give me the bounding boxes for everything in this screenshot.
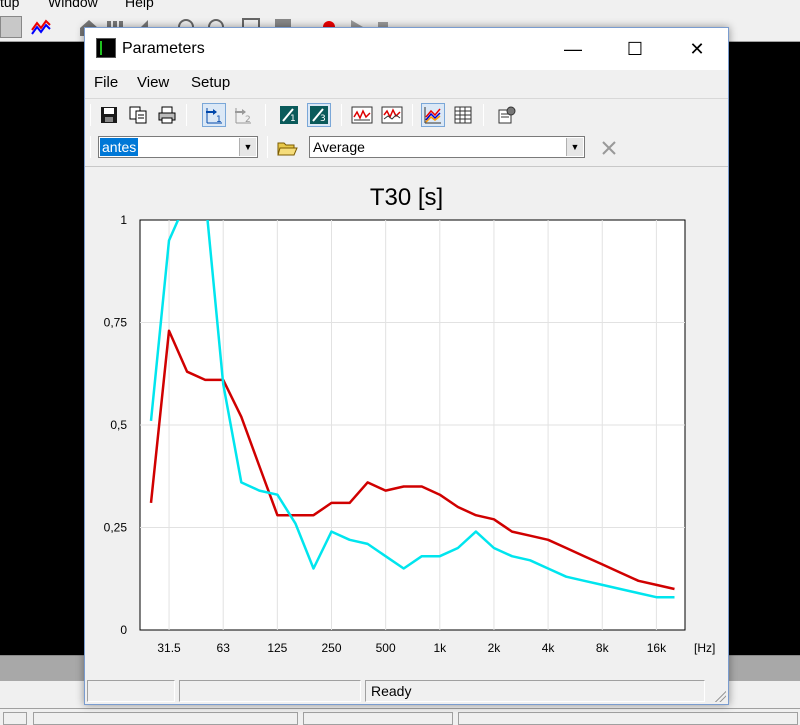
y-tick-label: 0,5: [110, 418, 127, 432]
toolbar-separator: [186, 104, 187, 126]
app-root: tup Window Help Parameters — ☐ ✕ File Vi…: [0, 0, 800, 725]
background-button-icon[interactable]: [0, 16, 22, 38]
measurement-select-value: antes: [100, 138, 139, 156]
toolbar-separator: [90, 104, 91, 126]
y-tick-label: 0: [120, 623, 127, 637]
x-tick-label: 500: [376, 641, 396, 655]
background-menubar: tup Window Help: [0, 0, 800, 12]
toolbar-separator: [267, 136, 268, 158]
chevron-down-icon[interactable]: ▼: [566, 138, 583, 156]
resize-grip[interactable]: [712, 688, 726, 702]
toolbar-separator: [483, 104, 484, 126]
minimize-button[interactable]: —: [550, 28, 596, 70]
menu-file[interactable]: File: [94, 74, 118, 91]
window-title: Parameters: [122, 40, 205, 57]
graph-b-icon[interactable]: [380, 103, 404, 127]
background-menu-item[interactable]: Window: [48, 0, 98, 10]
octave-2-icon[interactable]: 2: [231, 103, 255, 127]
parameters-window: Parameters — ☐ ✕ File View Setup 1 2 1 3…: [84, 27, 729, 705]
menu-view[interactable]: View: [137, 74, 169, 91]
svg-text:3: 3: [320, 114, 326, 124]
chevron-down-icon[interactable]: ▼: [239, 138, 256, 156]
t30-chart[interactable]: 0 0,25 0,5 0,75 1 31.5 63 125 250 500 1k 2k 4k 8k 16k […: [85, 167, 728, 677]
band-1-1-icon[interactable]: 1: [277, 103, 301, 127]
toolbar: 1 2 1 3: [85, 98, 728, 130]
svg-text:1: 1: [290, 114, 296, 124]
table-icon[interactable]: [451, 103, 475, 127]
status-cell: [87, 680, 175, 702]
x-tick-label: 250: [321, 641, 341, 655]
band-1-3-icon[interactable]: 3: [307, 103, 331, 127]
svg-text:1: 1: [216, 115, 222, 125]
delete-icon[interactable]: [597, 136, 621, 160]
toolbar-separator: [412, 104, 413, 126]
x-unit-label: [Hz]: [694, 641, 715, 655]
folder-open-icon[interactable]: [275, 136, 299, 160]
background-status-cell: [458, 712, 798, 725]
status-text: Ready: [365, 680, 705, 702]
statusbar: Ready: [85, 676, 728, 704]
y-tick-label: 1: [120, 213, 127, 227]
menu-setup[interactable]: Setup: [191, 74, 230, 91]
toolbar-separator: [341, 104, 342, 126]
average-select-value: Average: [313, 139, 365, 155]
x-tick-label: 2k: [488, 641, 502, 655]
chart-panel: T30 [s] 0 0,25 0,5 0,75 1 31.5 63 125 250 500 1k 2k…: [85, 166, 728, 676]
settings-icon[interactable]: [495, 103, 519, 127]
background-statusbar: [0, 708, 800, 725]
svg-text:2: 2: [245, 115, 251, 125]
background-status-cell: [33, 712, 298, 725]
graph-a-icon[interactable]: [350, 103, 374, 127]
x-tick-label: 63: [217, 641, 231, 655]
x-tick-label: 1k: [433, 641, 447, 655]
print-icon[interactable]: [155, 103, 179, 127]
multi-line-icon[interactable]: [421, 103, 445, 127]
y-tick-label: 0,75: [104, 316, 128, 330]
octave-1-icon[interactable]: 1: [202, 103, 226, 127]
app-icon: [96, 38, 116, 58]
background-status-cell: [3, 712, 27, 725]
y-tick-label: 0,25: [104, 521, 128, 535]
multi-line-icon[interactable]: [30, 16, 52, 38]
toolbar-separator: [90, 136, 91, 158]
window-titlebar[interactable]: Parameters — ☐ ✕: [85, 28, 728, 70]
background-menu-item[interactable]: tup: [0, 0, 19, 10]
x-tick-label: 4k: [542, 641, 556, 655]
status-cell: [179, 680, 361, 702]
average-select[interactable]: Average ▼: [309, 136, 585, 158]
close-button[interactable]: ✕: [674, 28, 720, 70]
menubar: File View Setup: [85, 70, 728, 96]
x-tick-label: 31.5: [157, 641, 181, 655]
toolbar-separator: [265, 104, 266, 126]
maximize-button[interactable]: ☐: [612, 28, 658, 70]
measurement-select[interactable]: antes ▼: [98, 136, 258, 158]
save-icon[interactable]: [97, 103, 121, 127]
x-tick-label: 125: [267, 641, 287, 655]
background-status-cell: [303, 712, 453, 725]
background-menu-item[interactable]: Help: [125, 0, 154, 10]
selector-bar: antes ▼ Average ▼: [85, 130, 728, 164]
x-tick-label: 16k: [647, 641, 667, 655]
x-tick-label: 8k: [596, 641, 610, 655]
copy-icon[interactable]: [126, 103, 150, 127]
